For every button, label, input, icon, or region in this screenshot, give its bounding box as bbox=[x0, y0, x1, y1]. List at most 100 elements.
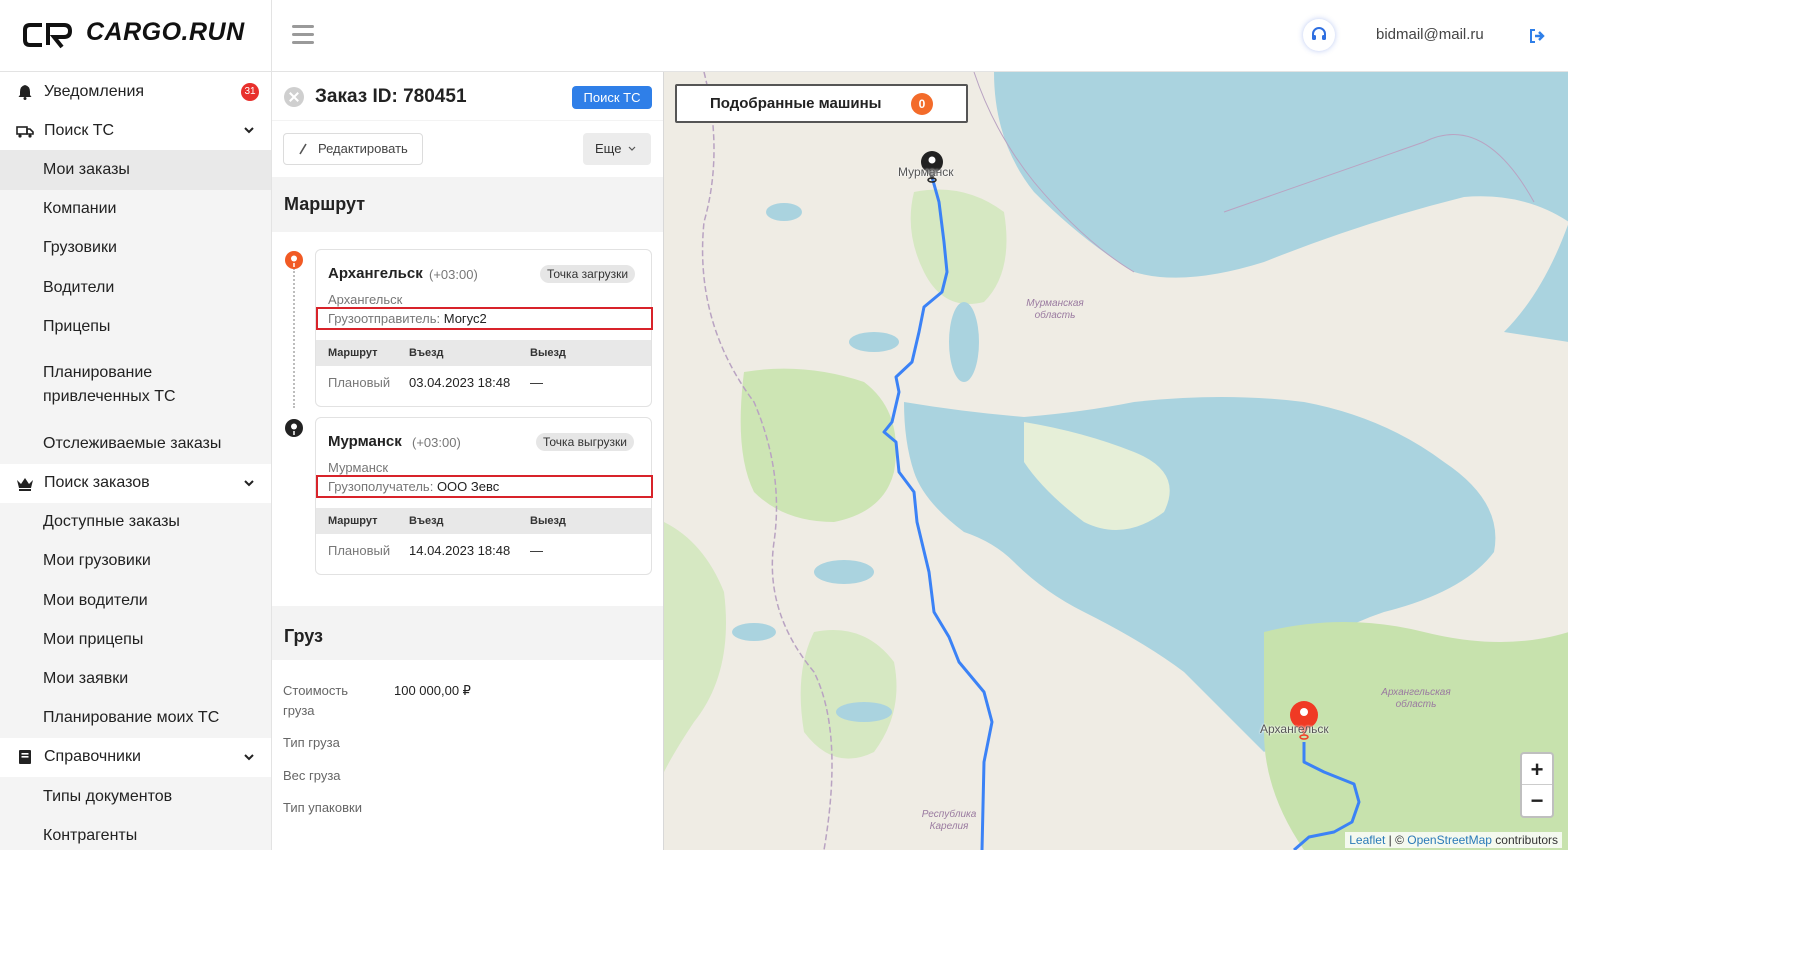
user-email[interactable]: bidmail@mail.ru bbox=[1376, 26, 1484, 43]
more-button[interactable]: Еще bbox=[583, 133, 651, 165]
sidebar-item-tracked-orders[interactable]: Отслеживаемые заказы bbox=[0, 424, 271, 464]
edit-button-label: Редактировать bbox=[318, 141, 408, 156]
top-header: CARGO.RUN bidmail@mail.ru bbox=[0, 0, 1568, 72]
row-departure: — bbox=[530, 375, 543, 390]
sidebar-item-trucks[interactable]: Грузовики bbox=[0, 228, 271, 268]
edit-button[interactable]: Редактировать bbox=[283, 133, 423, 165]
zoom-out-button[interactable]: − bbox=[1522, 785, 1552, 816]
logout-icon[interactable] bbox=[1528, 27, 1546, 45]
cargo-weight-label: Вес груза bbox=[283, 768, 341, 783]
table-row: Плановый 14.04.2023 18:48 — bbox=[316, 538, 651, 564]
map[interactable]: Подобранные машины 0 Мурманск Архангельс… bbox=[663, 72, 1568, 850]
book-icon bbox=[16, 748, 34, 766]
consignee-value: ООО Зевс bbox=[436, 479, 500, 494]
sidebar-item-label: Доступные заказы bbox=[43, 513, 180, 531]
sidebar-item-counterparties[interactable]: Контрагенты bbox=[0, 816, 271, 850]
sidebar-item-planning-hired[interactable]: Планирование привлеченных ТС bbox=[0, 346, 271, 425]
sidebar-item-label: Поиск ТС bbox=[44, 121, 115, 139]
leaflet-link[interactable]: Leaflet bbox=[1349, 833, 1385, 847]
cargo-pack-label: Тип упаковки bbox=[283, 800, 362, 815]
sidebar-item-drivers[interactable]: Водители bbox=[0, 267, 271, 308]
logo[interactable]: CARGO.RUN bbox=[0, 0, 272, 72]
row-type: Плановый bbox=[328, 375, 391, 390]
sidebar-item-doc-types[interactable]: Типы документов bbox=[0, 777, 271, 817]
map-tiles[interactable] bbox=[664, 72, 1568, 850]
sidebar-item-label: Водители bbox=[43, 278, 115, 296]
order-title: Заказ ID: 780451 bbox=[315, 86, 467, 107]
sidebar-item-label: Планирование привлеченных ТС bbox=[43, 364, 176, 406]
map-region-arkhangelsk: Архангельская область bbox=[1381, 687, 1451, 710]
stop-city: Мурманск bbox=[328, 433, 402, 450]
sidebar-item-my-trucks[interactable]: Мои грузовики bbox=[0, 541, 271, 582]
col-route: Маршрут bbox=[328, 515, 378, 527]
sidebar-item-my-trailers[interactable]: Мои прицепы bbox=[0, 620, 271, 660]
matched-vehicles-button[interactable]: Подобранные машины 0 bbox=[675, 84, 968, 123]
stop-timezone: (+03:00) bbox=[412, 435, 461, 450]
row-arrival: 14.04.2023 18:48 bbox=[409, 543, 511, 558]
osm-link[interactable]: OpenStreetMap bbox=[1407, 833, 1492, 847]
stop-address: Мурманск bbox=[328, 460, 389, 475]
cargo-title: Груз bbox=[284, 626, 323, 646]
row-departure: — bbox=[530, 543, 543, 558]
bell-icon bbox=[16, 83, 34, 101]
matched-vehicles-label: Подобранные машины bbox=[710, 95, 882, 112]
col-route: Маршрут bbox=[328, 347, 378, 359]
matched-vehicles-count: 0 bbox=[911, 93, 933, 115]
logo-icon bbox=[23, 23, 73, 49]
stop-tag: Точка выгрузки bbox=[536, 433, 634, 451]
sidebar-item-available-orders[interactable]: Доступные заказы bbox=[0, 502, 271, 542]
stop-table-header: Маршрут Въезд Выезд bbox=[316, 508, 651, 534]
sidebar-item-companies[interactable]: Компании bbox=[0, 189, 271, 229]
route-title: Маршрут bbox=[284, 194, 366, 214]
chevron-down-icon bbox=[628, 146, 636, 151]
chevron-down-icon[interactable] bbox=[243, 477, 255, 489]
sidebar-item-label: Мои заказы bbox=[43, 160, 130, 178]
sidebar-item-my-drivers[interactable]: Мои водители bbox=[0, 581, 271, 621]
menu-toggle-icon[interactable] bbox=[292, 25, 314, 45]
zoom-in-button[interactable]: + bbox=[1522, 754, 1552, 785]
truck-icon bbox=[16, 122, 34, 140]
cargo-type-label: Тип груза bbox=[283, 735, 340, 750]
map-label-murmansk: Мурманск bbox=[898, 165, 954, 179]
close-icon[interactable] bbox=[284, 87, 304, 107]
sidebar-item-label: Прицепы bbox=[43, 317, 111, 335]
sidebar-item-trailers[interactable]: Прицепы bbox=[0, 307, 271, 347]
crown-icon bbox=[16, 474, 34, 492]
stop-tag: Точка загрузки bbox=[540, 265, 636, 283]
col-arrival: Въезд bbox=[409, 347, 444, 359]
pencil-icon bbox=[299, 143, 307, 155]
sidebar-item-label: Планирование моих ТС bbox=[43, 709, 220, 727]
map-label-arkhangelsk: Архангельск bbox=[1260, 722, 1329, 736]
headset-icon bbox=[1312, 27, 1326, 40]
col-departure: Выезд bbox=[530, 515, 566, 527]
sidebar-item-label: Поиск заказов bbox=[44, 474, 150, 492]
map-region-karelia: Республика Карелия bbox=[921, 809, 977, 832]
attribution-tail: contributors bbox=[1491, 833, 1558, 847]
chevron-down-icon[interactable] bbox=[243, 124, 255, 136]
sidebar-item-label: Мои прицепы bbox=[43, 630, 144, 648]
support-button[interactable] bbox=[1303, 19, 1335, 51]
sidebar-item-references[interactable]: Справочники bbox=[0, 738, 271, 777]
search-vehicle-button[interactable]: Поиск ТС bbox=[572, 86, 652, 109]
row-arrival: 03.04.2023 18:48 bbox=[409, 375, 511, 390]
col-arrival: Въезд bbox=[409, 515, 444, 527]
logo-text: CARGO.RUN bbox=[86, 18, 245, 46]
sidebar-item-planning-my[interactable]: Планирование моих ТС bbox=[0, 698, 271, 738]
stop-consignee: Грузополучатель: ООО Зевс bbox=[316, 475, 653, 498]
order-toolbar: Редактировать Еще bbox=[272, 121, 663, 177]
sidebar-item-search-vehicle[interactable]: Поиск ТС bbox=[0, 111, 271, 150]
sidebar-item-label: Грузовики bbox=[43, 239, 117, 257]
stop-city: Архангельск bbox=[328, 265, 423, 282]
sidebar: Уведомления 31 Поиск ТС Мои заказы Компа… bbox=[0, 72, 272, 850]
cargo-cost-value: 100 000,00 ₽ bbox=[394, 683, 471, 698]
pin-orange-icon bbox=[285, 251, 303, 269]
sidebar-item-my-orders[interactable]: Мои заказы bbox=[0, 150, 271, 190]
shipper-value: Могус2 bbox=[443, 311, 487, 326]
sidebar-item-search-orders[interactable]: Поиск заказов bbox=[0, 464, 271, 503]
sidebar-item-notifications[interactable]: Уведомления 31 bbox=[0, 72, 271, 111]
sidebar-item-my-requests[interactable]: Мои заявки bbox=[0, 659, 271, 699]
sidebar-item-label: Мои заявки bbox=[43, 670, 129, 688]
sidebar-item-label: Компании bbox=[43, 200, 117, 218]
chevron-down-icon[interactable] bbox=[243, 751, 255, 763]
order-header: Заказ ID: 780451 Поиск ТС bbox=[272, 72, 663, 120]
